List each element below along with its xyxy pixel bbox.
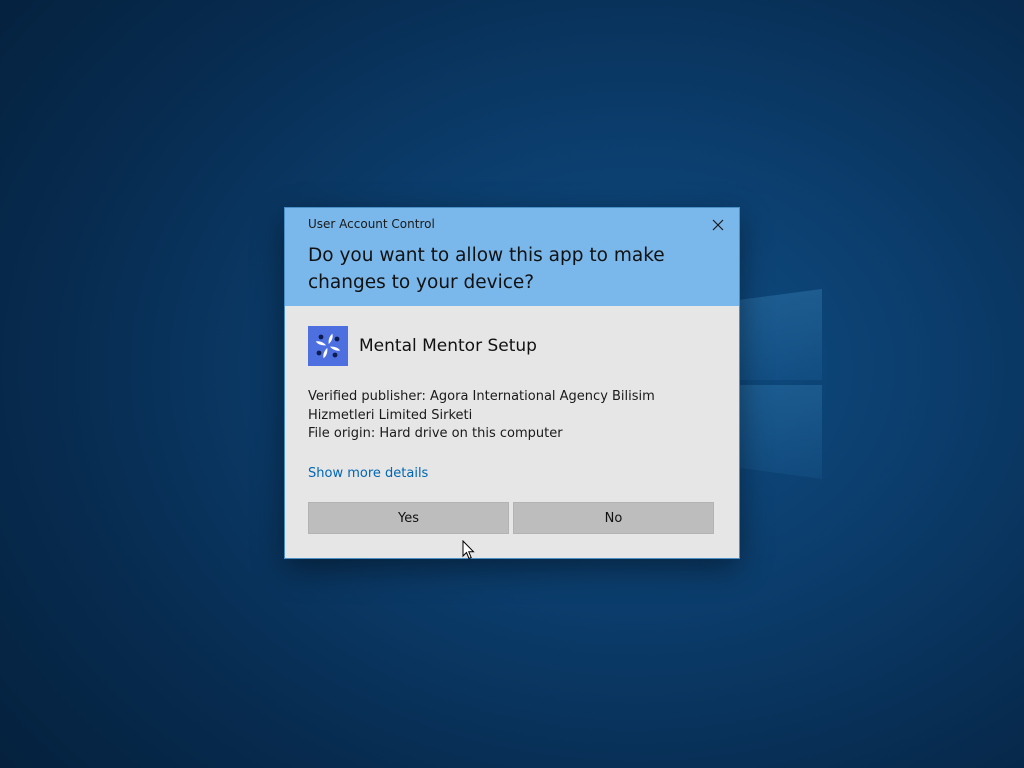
no-button[interactable]: No: [513, 502, 714, 534]
mental-mentor-app-icon: [308, 326, 348, 366]
app-name: Mental Mentor Setup: [359, 336, 537, 356]
uac-question: Do you want to allow this app to make ch…: [308, 245, 665, 293]
app-row: Mental Mentor Setup: [308, 326, 537, 366]
file-origin: File origin: Hard drive on this computer: [308, 426, 563, 441]
yes-button[interactable]: Yes: [308, 502, 509, 534]
close-button[interactable]: [707, 214, 729, 236]
windows-logo-pane-top: [739, 289, 822, 380]
windows-logo-pane-bottom: [739, 385, 822, 479]
windows-logo-background: [739, 289, 822, 479]
show-more-details-link[interactable]: Show more details: [308, 466, 428, 481]
verified-publisher: Verified publisher: Agora International …: [308, 389, 655, 423]
mouse-pointer-icon: [462, 540, 475, 560]
window-title: User Account Control: [308, 217, 435, 231]
publisher-info: Verified publisher: Agora International …: [308, 388, 718, 444]
uac-dialog: User Account Control Do you want to allo…: [285, 208, 739, 558]
uac-header: User Account Control Do you want to allo…: [285, 208, 739, 306]
pinwheel-icon: [315, 333, 341, 359]
close-icon: [712, 219, 724, 231]
